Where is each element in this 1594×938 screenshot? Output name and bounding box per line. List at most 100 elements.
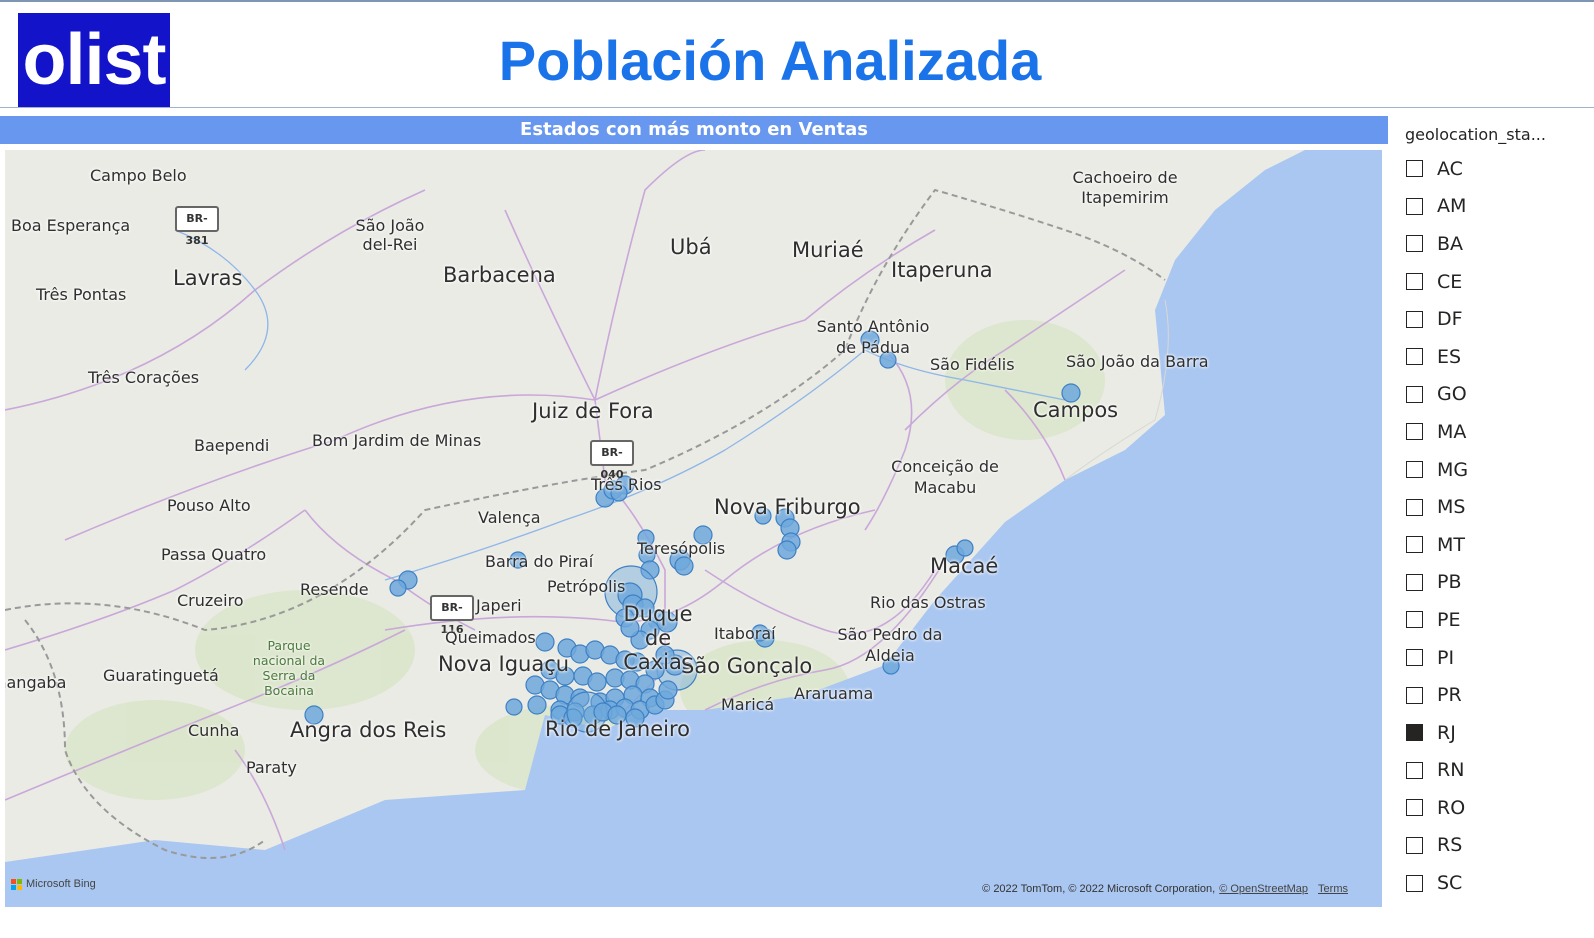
slicer-item-ba[interactable]: BA — [1400, 225, 1590, 263]
place-label: São João da Barra — [1066, 352, 1209, 371]
slicer-item-label: AM — [1437, 195, 1467, 218]
slicer-item-label: SC — [1437, 872, 1463, 895]
bubble-map[interactable]: BR-381 BR-040 BR-116 Campo Belo Boa Espe… — [5, 150, 1382, 907]
checkbox[interactable] — [1406, 273, 1423, 291]
sales-bubble[interactable] — [777, 540, 797, 560]
place-label: Valença — [478, 508, 541, 527]
slicer-item-label: GO — [1437, 383, 1467, 406]
checkbox[interactable] — [1406, 761, 1423, 779]
place-label: Paraty — [246, 758, 297, 777]
slicer-item-mt[interactable]: MT — [1400, 526, 1590, 564]
map-basemap[interactable] — [5, 150, 1382, 907]
slicer-item-label: AC — [1437, 157, 1463, 180]
openstreetmap-link[interactable]: © OpenStreetMap — [1219, 883, 1308, 895]
slicer-item-label: RJ — [1437, 721, 1456, 744]
slicer-item-ce[interactable]: CE — [1400, 263, 1590, 301]
state-slicer[interactable]: geolocation_sta... AC AM BA CE DF ES GO MA MG MS M… — [1400, 120, 1590, 902]
checkbox[interactable] — [1406, 348, 1423, 366]
checkbox[interactable] — [1406, 836, 1423, 854]
top-rule — [0, 0, 1594, 2]
slicer-list: AC AM BA CE DF ES GO MA MG MS MT PB PE PI PR RJ RN RO RS SC — [1400, 150, 1590, 902]
place-label: Nova Iguaçu — [438, 652, 570, 676]
road-shield-br-116: BR-116 — [430, 595, 474, 636]
checkbox[interactable] — [1406, 160, 1423, 178]
checkbox[interactable] — [1406, 874, 1423, 892]
place-label: Angra dos Reis — [290, 718, 447, 742]
place-label: Barra do Piraí — [485, 552, 594, 571]
road-shield-br-040: BR-040 — [590, 440, 634, 481]
checkbox[interactable] — [1406, 611, 1423, 629]
slicer-item-pr[interactable]: PR — [1400, 676, 1590, 714]
place-label: Cruzeiro — [177, 591, 244, 610]
slicer-item-label: BA — [1437, 232, 1464, 255]
slicer-item-df[interactable]: DF — [1400, 300, 1590, 338]
sales-bubble[interactable] — [674, 556, 694, 576]
place-label: Três Rios — [591, 475, 662, 494]
sales-bubble[interactable] — [505, 698, 523, 716]
slicer-item-rn[interactable]: RN — [1400, 752, 1590, 790]
place-label: Itaboraí — [714, 624, 776, 643]
slicer-item-ms[interactable]: MS — [1400, 488, 1590, 526]
slicer-item-ac[interactable]: AC — [1400, 150, 1590, 188]
slicer-item-label: PR — [1437, 684, 1462, 707]
sales-bubble[interactable] — [389, 579, 407, 597]
slicer-item-label: ES — [1437, 345, 1462, 368]
place-label: Campo Belo — [90, 166, 187, 185]
place-label: São João del-Rei — [355, 216, 425, 254]
checkbox[interactable] — [1406, 799, 1423, 817]
header-divider — [0, 107, 1594, 108]
checkbox[interactable] — [1406, 385, 1423, 403]
place-label: Três Pontas — [36, 285, 127, 304]
slicer-item-es[interactable]: ES — [1400, 338, 1590, 376]
place-label: Cachoeiro de Itapemirim — [1072, 168, 1178, 207]
place-label: Barbacena — [443, 263, 556, 287]
slicer-item-label: CE — [1437, 270, 1463, 293]
slicer-item-label: DF — [1437, 308, 1463, 331]
sales-bubble[interactable] — [535, 632, 555, 652]
slicer-item-am[interactable]: AM — [1400, 188, 1590, 226]
slicer-item-go[interactable]: GO — [1400, 376, 1590, 414]
place-label: Rio de Janeiro — [545, 717, 691, 741]
slicer-item-rj[interactable]: RJ — [1400, 714, 1590, 752]
checkbox[interactable] — [1406, 235, 1423, 253]
checkbox[interactable] — [1406, 573, 1423, 591]
sales-bubble[interactable] — [587, 672, 607, 692]
checkbox[interactable] — [1406, 310, 1423, 328]
place-label: Macaé — [930, 554, 999, 578]
bing-logo-icon — [11, 878, 22, 890]
terms-link[interactable]: Terms — [1318, 883, 1348, 895]
map-visual-title: Estados con más monto en Ventas — [0, 116, 1388, 144]
slicer-item-label: RO — [1437, 796, 1466, 819]
slicer-item-sc[interactable]: SC — [1400, 864, 1590, 902]
place-label: Pouso Alto — [167, 496, 251, 515]
sales-bubble[interactable] — [658, 680, 678, 700]
place-label: Campos — [1033, 398, 1119, 422]
slicer-item-ma[interactable]: MA — [1400, 413, 1590, 451]
checkbox[interactable] — [1406, 197, 1423, 215]
checkbox[interactable] — [1406, 461, 1423, 479]
place-label: São Pedro da Aldeia — [837, 625, 943, 665]
checkbox[interactable] — [1406, 498, 1423, 516]
checkbox[interactable] — [1406, 649, 1423, 667]
checkbox[interactable] — [1406, 686, 1423, 704]
slicer-item-rs[interactable]: RS — [1400, 827, 1590, 865]
slicer-item-ro[interactable]: RO — [1400, 789, 1590, 827]
checkbox[interactable] — [1406, 423, 1423, 441]
slicer-item-pi[interactable]: PI — [1400, 639, 1590, 677]
checkbox[interactable] — [1406, 536, 1423, 554]
place-label: Passa Quatro — [161, 545, 267, 564]
place-label: Japeri — [476, 596, 522, 615]
slicer-item-label: MT — [1437, 533, 1465, 556]
slicer-item-pb[interactable]: PB — [1400, 564, 1590, 602]
slicer-item-mg[interactable]: MG — [1400, 451, 1590, 489]
place-label: Araruama — [794, 684, 874, 703]
place-label: Ubá — [670, 235, 712, 259]
slicer-item-label: RS — [1437, 834, 1463, 857]
sales-bubble[interactable] — [527, 695, 547, 715]
olist-logo: olist — [18, 13, 170, 107]
checkbox[interactable] — [1406, 724, 1423, 742]
place-label: Guaratinguetá — [103, 666, 219, 685]
place-label: Pindamonhangaba — [5, 673, 67, 692]
place-label: Parque nacional da Serra da Bocaina — [252, 638, 326, 698]
slicer-item-pe[interactable]: PE — [1400, 601, 1590, 639]
